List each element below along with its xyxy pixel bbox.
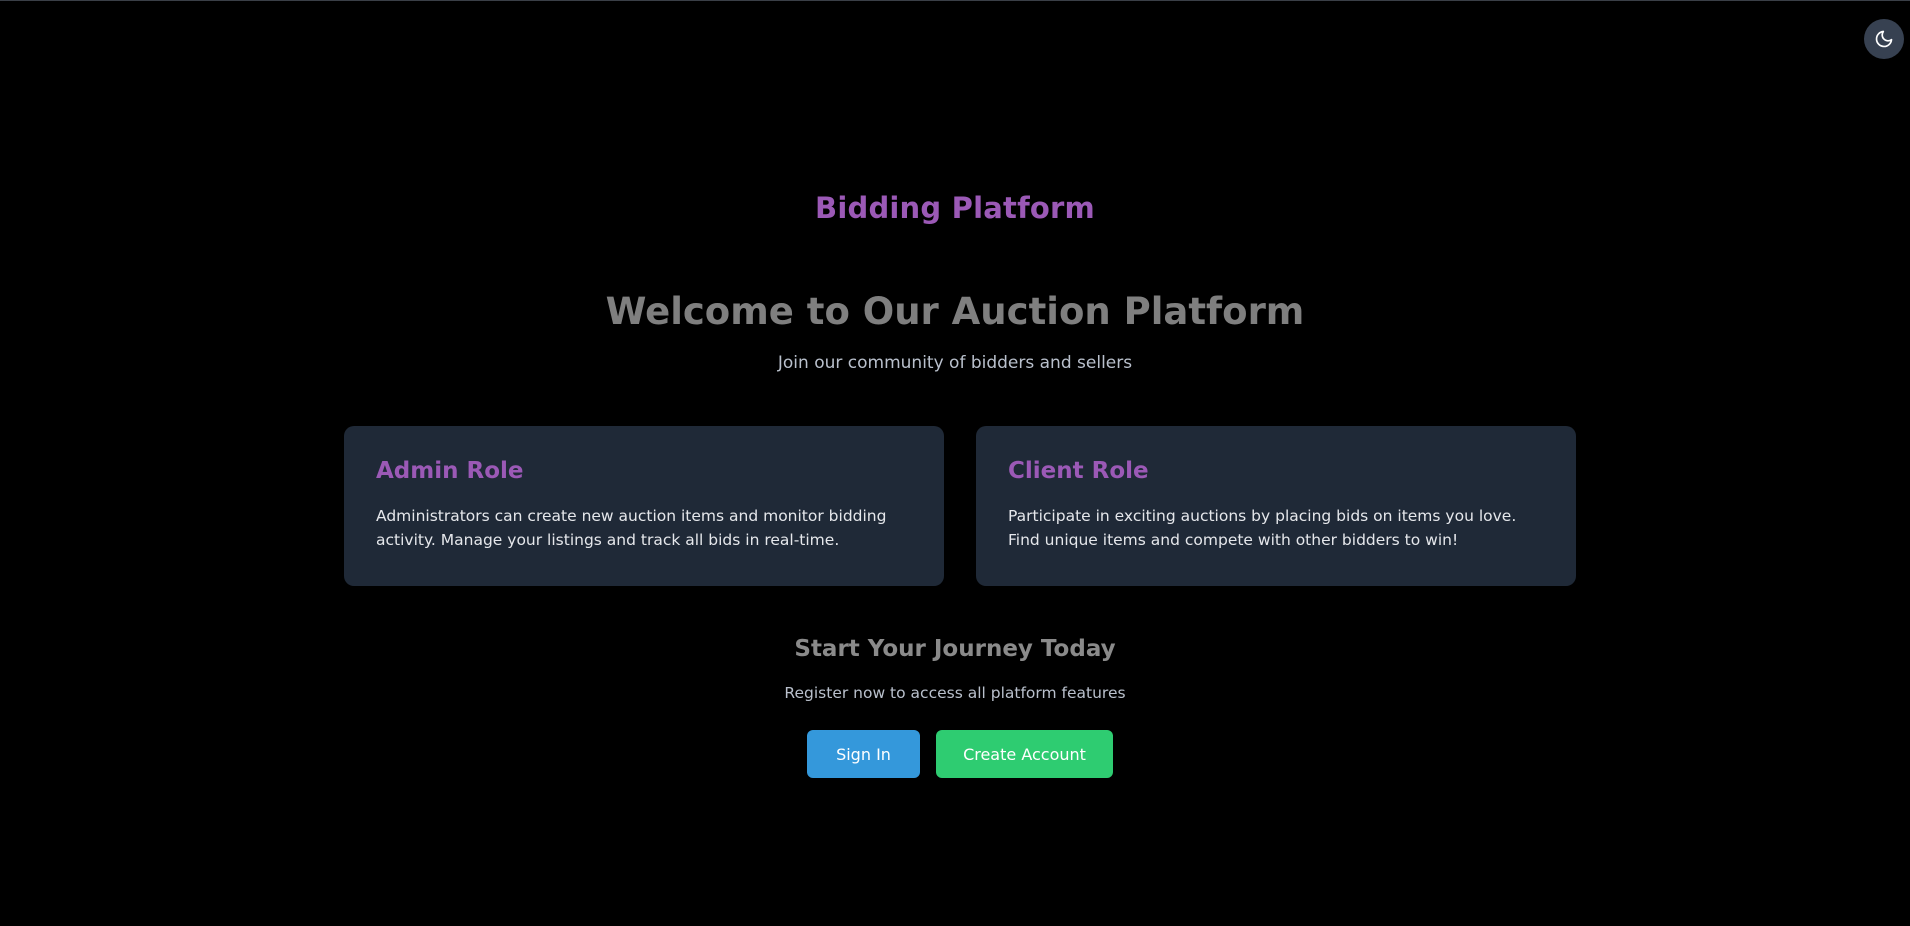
client-role-description: Participate in exciting auctions by plac… <box>1008 506 1517 549</box>
landing-page: Bidding Platform Welcome to Our Auction … <box>0 0 1910 926</box>
admin-role-description: Administrators can create new auction it… <box>376 506 887 549</box>
page-title: Welcome to Our Auction Platform <box>605 290 1305 333</box>
client-role-title: Client Role <box>1008 458 1149 484</box>
cta-title: Start Your Journey Today <box>794 636 1116 662</box>
sign-in-button[interactable]: Sign In <box>807 730 920 778</box>
cta-subtitle: Register now to access all platform feat… <box>784 684 1126 702</box>
moon-icon <box>1874 29 1894 49</box>
brand-title: Bidding Platform <box>815 191 1095 225</box>
create-account-button[interactable]: Create Account <box>936 730 1113 778</box>
admin-role-title: Admin Role <box>376 458 524 484</box>
client-role-card: Client Role Participate in exciting auct… <box>976 426 1576 586</box>
page-subtitle: Join our community of bidders and seller… <box>777 353 1133 373</box>
admin-role-card: Admin Role Administrators can create new… <box>344 426 944 586</box>
theme-toggle-button[interactable] <box>1864 19 1904 59</box>
